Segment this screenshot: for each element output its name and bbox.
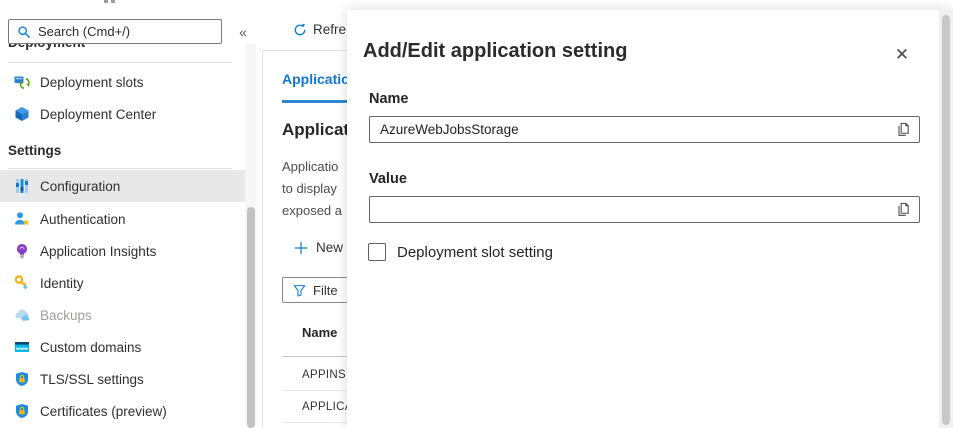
sidebar-item-configuration[interactable]: Configuration xyxy=(0,170,246,202)
sidebar-search-box[interactable] xyxy=(8,19,222,44)
name-field-label: Name xyxy=(369,91,409,107)
sidebar-item-label: Certificates (preview) xyxy=(40,404,167,419)
configuration-icon xyxy=(14,178,30,194)
tab-underline xyxy=(282,100,347,103)
application-insights-icon xyxy=(14,243,30,259)
sidebar-item-label: Authentication xyxy=(40,212,126,227)
divider xyxy=(8,62,232,63)
deployment-slots-icon xyxy=(14,74,30,90)
copy-button[interactable] xyxy=(895,202,911,218)
deployment-slot-setting-checkbox[interactable] xyxy=(368,243,386,261)
sidebar-item-label: Custom domains xyxy=(40,340,141,355)
section-description: Applicatio to display exposed a xyxy=(282,156,342,222)
filter-icon xyxy=(293,284,306,297)
sidebar-item-label: Configuration xyxy=(40,179,120,194)
sidebar-item-backups[interactable]: Backups xyxy=(0,299,246,331)
close-icon[interactable]: ✕ xyxy=(890,43,914,67)
divider xyxy=(8,168,232,169)
dialog-scrollbar-thumb[interactable] xyxy=(942,15,950,425)
table-row[interactable]: APPLICA xyxy=(302,401,347,413)
sidebar-item-custom-domains[interactable]: www Custom domains xyxy=(0,331,246,363)
sidebar-item-deployment-center[interactable]: Deployment Center xyxy=(0,98,246,130)
sidebar-item-label: Application Insights xyxy=(40,244,156,259)
refresh-icon xyxy=(293,23,307,37)
sidebar-item-deployment-slots[interactable]: Deployment slots xyxy=(0,66,246,98)
filter-input[interactable]: Filte xyxy=(282,277,347,303)
clipped-text-fragment xyxy=(104,0,108,3)
name-field[interactable]: AzureWebJobsStorage xyxy=(369,116,920,143)
nav-section-deployment: Deployment xyxy=(8,44,85,53)
section-heading: Applicat xyxy=(282,120,347,140)
authentication-icon xyxy=(14,211,30,227)
configuration-content-pane: Refre Applicatio Applicat Applicatio to … xyxy=(257,0,347,428)
svg-text:www: www xyxy=(16,347,28,352)
tab-application-settings[interactable]: Applicatio xyxy=(282,71,347,87)
card-border xyxy=(262,50,263,428)
sidebar-scrollbar-thumb[interactable] xyxy=(247,207,255,428)
name-field-value: AzureWebJobsStorage xyxy=(380,122,895,137)
deployment-slot-setting-label: Deployment slot setting xyxy=(397,244,553,261)
shield-lock-icon xyxy=(14,371,30,387)
new-application-setting-button[interactable]: New xyxy=(294,240,343,255)
search-icon xyxy=(17,25,31,39)
value-field[interactable] xyxy=(369,196,920,223)
refresh-button[interactable]: Refre xyxy=(293,22,346,37)
copy-icon xyxy=(896,122,911,137)
divider xyxy=(282,422,347,423)
sidebar-item-label: Identity xyxy=(40,276,84,291)
sidebar-item-label: Deployment Center xyxy=(40,107,156,122)
divider xyxy=(282,356,347,357)
sidebar-item-label: Backups xyxy=(40,308,92,323)
sidebar-item-application-insights[interactable]: Application Insights xyxy=(0,235,246,267)
collapse-sidebar-button[interactable]: « xyxy=(233,23,253,41)
table-row[interactable]: APPINSI xyxy=(302,369,347,381)
card-border xyxy=(262,50,347,51)
azure-portal-configuration-page: « Deployment Deployment slots Deployment… xyxy=(0,0,953,428)
deployment-center-icon xyxy=(14,106,30,122)
dialog-title: Add/Edit application setting xyxy=(363,40,627,63)
divider xyxy=(282,390,347,391)
custom-domains-icon: www xyxy=(14,339,30,355)
value-field-label: Value xyxy=(369,171,407,187)
sidebar-item-label: TLS/SSL settings xyxy=(40,372,144,387)
copy-icon xyxy=(896,202,911,217)
identity-icon xyxy=(14,275,30,291)
sidebar-item-tls-ssl-settings[interactable]: TLS/SSL settings xyxy=(0,363,246,395)
table-header-name: Name xyxy=(302,325,337,340)
sidebar-item-identity[interactable]: Identity xyxy=(0,267,246,299)
sidebar-item-label: Deployment slots xyxy=(40,75,144,90)
shield-lock-icon xyxy=(14,403,30,419)
add-edit-application-setting-dialog: Add/Edit application setting ✕ Name Azur… xyxy=(347,10,953,428)
clipped-text-fragment xyxy=(111,0,115,3)
backups-icon xyxy=(14,307,30,323)
nav-section-settings: Settings xyxy=(8,143,61,158)
sidebar-item-certificates[interactable]: Certificates (preview) xyxy=(0,395,246,427)
plus-icon xyxy=(294,241,308,255)
copy-button[interactable] xyxy=(895,122,911,138)
sidebar-item-authentication[interactable]: Authentication xyxy=(0,203,246,235)
search-input[interactable] xyxy=(38,24,215,39)
